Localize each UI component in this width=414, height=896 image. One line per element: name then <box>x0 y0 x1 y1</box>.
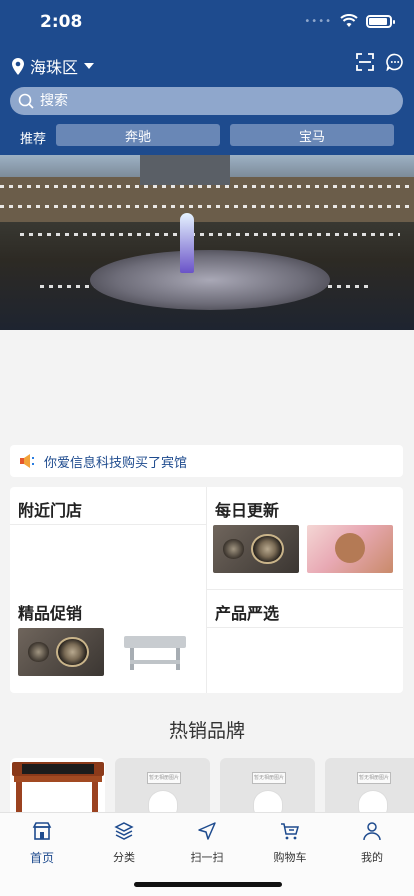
tab-scan-label: 扫一扫 <box>190 851 224 864</box>
placeholder-cat-icon <box>148 790 178 814</box>
tab-scan[interactable]: 扫一扫 <box>177 821 237 865</box>
brand-card[interactable]: 暂无相册图片 <box>220 758 315 814</box>
hot-brands-title: 热销品牌 <box>168 720 245 742</box>
user-icon <box>363 822 381 841</box>
banner-image[interactable] <box>0 155 414 330</box>
tab-home[interactable]: 首页 <box>12 821 72 866</box>
search-icon <box>18 93 34 109</box>
wifi-icon <box>340 14 358 27</box>
feature-grid: 附近门店 每日更新 精品促销 产品严选 <box>10 487 403 693</box>
search-input[interactable] <box>40 93 380 109</box>
product-thumbnail <box>18 628 104 676</box>
location-label: 海珠区 <box>30 58 79 77</box>
map-pin-icon <box>12 57 24 75</box>
brand-card[interactable]: 暂无相册图片 <box>115 758 210 814</box>
grid-cell-nearby-stores[interactable]: 附近门店 <box>10 487 206 589</box>
top-actions <box>356 53 404 71</box>
recommend-label: 推荐 <box>20 132 47 147</box>
tab-profile[interactable]: 我的 <box>342 821 402 865</box>
cart-icon <box>281 823 299 840</box>
message-icon[interactable] <box>386 53 404 71</box>
tab-cart[interactable]: 购物车 <box>260 821 320 865</box>
grid-cell-promotions[interactable]: 精品促销 <box>10 590 206 693</box>
megaphone-icon <box>20 454 34 468</box>
tab-category[interactable]: 分类 <box>94 821 154 865</box>
layers-icon <box>114 822 134 840</box>
status-icons: •••• <box>304 14 395 28</box>
product-thumbnail <box>307 525 393 573</box>
signal-icon: •••• <box>304 15 332 27</box>
recommend-chip-benz[interactable]: 奔驰 <box>56 124 220 146</box>
product-thumbnail <box>213 525 299 573</box>
battery-icon <box>366 14 395 28</box>
grid-cell-title: 附近门店 <box>18 501 83 520</box>
tab-profile-label: 我的 <box>361 851 383 864</box>
brand-card[interactable]: 暂无相册图片 <box>325 758 414 814</box>
placeholder-label: 暂无相册图片 <box>147 772 181 784</box>
notice-text: 你爱信息科技购买了宾馆 <box>44 455 188 471</box>
tab-home-label: 首页 <box>29 851 54 865</box>
grid-cell-title: 每日更新 <box>215 501 280 520</box>
notice-bar[interactable]: 你爱信息科技购买了宾馆 <box>10 445 403 477</box>
placeholder-label: 暂无相册图片 <box>252 772 286 784</box>
recommend-chip-bmw[interactable]: 宝马 <box>230 124 394 146</box>
home-icon <box>32 822 52 840</box>
search-bar[interactable] <box>10 87 403 115</box>
header: 2:08 •••• 海珠区 推 <box>0 0 414 155</box>
grid-cell-title: 产品严选 <box>215 604 280 623</box>
placeholder-label: 暂无相册图片 <box>357 772 391 784</box>
tab-cart-label: 购物车 <box>273 851 307 864</box>
tab-category-label: 分类 <box>113 851 135 864</box>
hot-brands-list: 暂无相册图片 暂无相册图片 暂无相册图片 <box>10 758 414 814</box>
home-indicator <box>134 882 282 887</box>
location-selector[interactable]: 海珠区 <box>12 54 95 78</box>
brand-card[interactable] <box>10 758 105 814</box>
placeholder-cat-icon <box>358 790 388 814</box>
recommend-row: 推荐 奔驰 宝马 <box>0 124 414 148</box>
caret-down-icon <box>84 63 95 69</box>
grid-cell-title: 精品促销 <box>18 604 83 623</box>
status-time: 2:08 <box>40 12 83 32</box>
grid-cell-selected-products[interactable]: 产品严选 <box>207 590 403 693</box>
scan-icon[interactable] <box>356 53 374 71</box>
grid-cell-daily-update[interactable]: 每日更新 <box>207 487 403 589</box>
product-thumbnail <box>112 628 198 676</box>
send-icon <box>198 822 216 840</box>
placeholder-cat-icon <box>253 790 283 814</box>
